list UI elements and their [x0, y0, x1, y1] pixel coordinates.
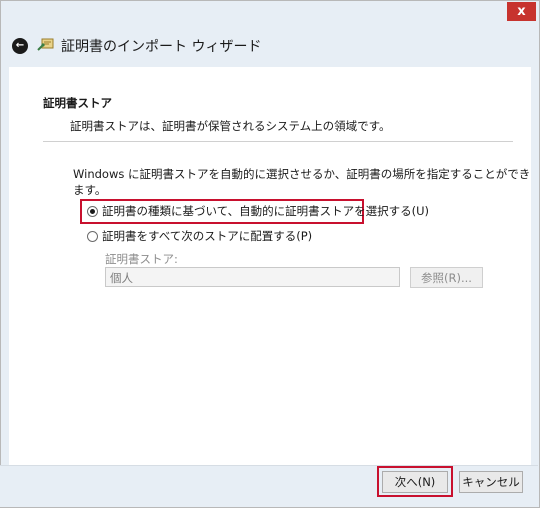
next-button[interactable]: 次へ(N) [382, 471, 448, 493]
browse-button: 参照(R)... [410, 267, 483, 288]
footer-bar [0, 465, 538, 507]
store-label: 証明書ストア: [105, 252, 178, 266]
radio-manual-label: 証明書をすべて次のストアに配置する(P) [102, 229, 313, 243]
section-title: 証明書ストア [43, 96, 112, 110]
radio-auto-indicator[interactable] [87, 205, 98, 217]
section-description: 証明書ストアは、証明書が保管されるシステム上の領域です。 [70, 119, 391, 133]
wizard-title: 証明書のインポート ウィザード [61, 39, 262, 55]
close-button[interactable]: x [507, 2, 536, 21]
wizard-window: x ← 証明書のインポート ウィザード [0, 0, 540, 508]
back-arrow-icon[interactable]: ← [12, 38, 28, 54]
radio-auto-label: 証明書の種類に基づいて、自動的に証明書ストアを選択する(U) [102, 204, 429, 218]
store-field: 個人 [105, 267, 400, 287]
radio-manual-store[interactable]: 証明書をすべて次のストアに配置する(P) [87, 228, 312, 244]
certificate-wizard-icon [37, 38, 54, 51]
instruction-text: Windows に証明書ストアを自動的に選択させるか、証明書の場所を指定すること… [73, 167, 531, 197]
radio-auto-select[interactable]: 証明書の種類に基づいて、自動的に証明書ストアを選択する(U) [87, 203, 429, 219]
separator [43, 141, 513, 142]
radio-manual-indicator[interactable] [87, 230, 98, 242]
cancel-button[interactable]: キャンセル [459, 471, 523, 493]
